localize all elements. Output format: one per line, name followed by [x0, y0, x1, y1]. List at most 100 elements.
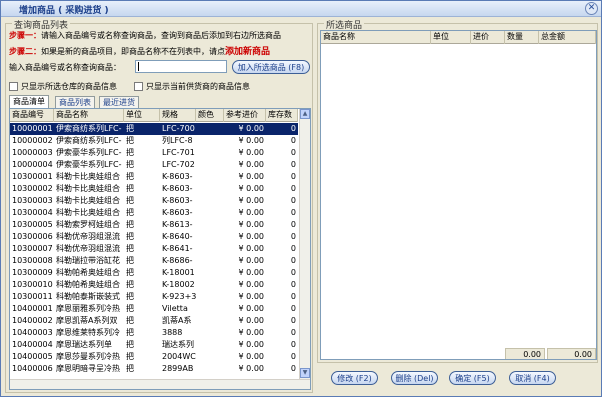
table-cell: [196, 267, 224, 279]
table-cell: 摩恩明暗寻呈冷热: [56, 364, 120, 373]
table-cell: 0: [290, 184, 296, 193]
query-product-group: 查询商品列表 步骤一：请输入商品编号或名称查询商品，查询到商品后添加到右边所选商…: [5, 18, 313, 393]
table-row[interactable]: 10400004 摩恩瑞达系列单 把 瑞达系列 ¥ 0.00 0: [10, 339, 298, 351]
table-cell: 摩恩维莱特系列冷: [56, 328, 120, 337]
table-row[interactable]: 10000003 伊索豪华系列LFC- 把 LFC-701 ¥ 0.00 0: [10, 147, 298, 159]
table-cell: 10000004: [12, 160, 53, 169]
column-header[interactable]: 数量: [505, 31, 539, 44]
tab-product-list[interactable]: 商品清单: [9, 95, 49, 108]
table-row[interactable]: 10400002 摩恩凯蒂A系列双把 凯蒂A系 ¥ 0.00 0: [10, 315, 298, 327]
sum-quantity: 0.00: [505, 348, 545, 359]
only-warehouse-checkbox[interactable]: [9, 82, 18, 91]
table-cell: 把: [126, 292, 134, 301]
table-cell: Viletta: [162, 304, 188, 313]
table-row[interactable]: 10000004 伊索豪华系列LFC- 把 LFC-702 ¥ 0.00 0: [10, 159, 298, 171]
table-cell: [196, 363, 224, 375]
table-cell: 10400005: [12, 352, 53, 361]
scroll-up-icon[interactable]: ▲: [300, 109, 310, 119]
table-cell: 0: [290, 148, 296, 157]
column-header[interactable]: 商品名称: [54, 109, 124, 122]
product-table-vscroll[interactable]: ▲ ▼: [299, 109, 310, 379]
table-row[interactable]: 10000001 伊索商纺系列LFC- 把 LFC-700 ¥ 0.00 0: [10, 123, 298, 135]
table-cell: 2899AB: [162, 364, 194, 373]
table-cell: ¥ 0.00: [238, 304, 264, 313]
step-two-label: 步骤二：: [9, 47, 41, 56]
product-table-hscroll[interactable]: [10, 379, 310, 389]
table-cell: 10300010: [12, 280, 53, 289]
table-row[interactable]: 10300011 科勒帕泰斯嵌装式把 K-923+3 ¥ 0.00 0: [10, 291, 298, 303]
table-row[interactable]: 10300010 科勒帕希奥娃组合把 K-18002 ¥ 0.00 0: [10, 279, 298, 291]
table-cell: 把: [126, 268, 134, 277]
close-icon[interactable]: ✕: [585, 2, 598, 15]
table-cell: 科勒索罗柯娃组合: [56, 220, 120, 229]
table-cell: K-8641-: [162, 244, 193, 253]
column-header[interactable]: 单位: [431, 31, 471, 44]
table-cell: 摩恩凯蒂A系列双: [56, 316, 118, 325]
table-cell: ¥ 0.00: [238, 148, 264, 157]
step-one-label: 步骤一：: [9, 31, 41, 40]
column-header[interactable]: 参考进价: [224, 109, 266, 122]
table-cell: ¥ 0.00: [238, 244, 264, 253]
table-row[interactable]: 10300005 科勒索罗柯娃组合把 K-8613- ¥ 0.00 0: [10, 219, 298, 231]
table-cell: 10000003: [12, 148, 53, 157]
search-input[interactable]: [135, 60, 227, 73]
cancel-button[interactable]: 取消 (F4): [509, 371, 556, 385]
scroll-down-icon[interactable]: ▼: [300, 368, 310, 378]
table-row[interactable]: 10300002 科勒卡比奥娃组合把 K-8603- ¥ 0.00 0: [10, 183, 298, 195]
edit-button[interactable]: 修改 (F2): [331, 371, 378, 385]
table-row[interactable]: 10300003 科勒卡比奥娃组合把 K-8603- ¥ 0.00 0: [10, 195, 298, 207]
table-cell: 伊索商纺系列LFC-: [56, 136, 122, 145]
tab-product-catalog[interactable]: 商品列表: [55, 96, 95, 108]
ok-button[interactable]: 确定 (F5): [449, 371, 496, 385]
selected-products-group: 所选商品 商品名称 单位 进价 数量 总金额 0.00 0.00: [317, 18, 598, 363]
table-cell: K-8613-: [162, 220, 193, 229]
table-cell: [196, 171, 224, 183]
table-row[interactable]: 10300007 科勒优帝羽组混流把 K-8641- ¥ 0.00 0: [10, 243, 298, 255]
table-cell: 把: [126, 220, 134, 229]
table-cell: 0: [290, 124, 296, 133]
column-header[interactable]: 颜色: [196, 109, 224, 122]
step-two-text: 步骤二：如果是新的商品项目，即商品名称不在列表中，请点添加新商品: [9, 44, 270, 57]
column-header[interactable]: 规格: [160, 109, 196, 122]
tab-recent-purchases[interactable]: 最近进货: [99, 96, 139, 108]
table-row[interactable]: 10300008 科勒瑞拉带浴缸花把 K-8686- ¥ 0.00 0: [10, 255, 298, 267]
table-cell: 列LFC-8: [162, 136, 193, 145]
only-supplier-checkbox[interactable]: [134, 82, 143, 91]
table-row[interactable]: 10300009 科勒帕希奥娃组合把 K-18001 ¥ 0.00 0: [10, 267, 298, 279]
table-row[interactable]: 10400006 摩恩明暗寻呈冷热把 2899AB ¥ 0.00 0: [10, 363, 298, 375]
table-row[interactable]: 10400005摩恩莎曼系列冷热把 2004WCL ¥ 0.00 0: [10, 351, 298, 363]
column-header[interactable]: 总金额: [539, 31, 596, 44]
table-cell: 10400004: [12, 340, 53, 349]
table-cell: 把: [126, 256, 134, 265]
column-header[interactable]: 单位: [124, 109, 160, 122]
table-cell: ¥ 0.00: [238, 196, 264, 205]
table-row[interactable]: 10000002 伊索商纺系列LFC- 把 列LFC-8 ¥ 0.00 0: [10, 135, 298, 147]
table-row[interactable]: 10300001 科勒卡比奥娃组合把 K-8603- ¥ 0.00 0: [10, 171, 298, 183]
product-table: 商品编号 商品名称 单位 规格 颜色 参考进价 库存数 10000001 伊索商纺…: [9, 108, 311, 390]
table-cell: 10300009: [12, 268, 53, 277]
table-cell: 10400001: [12, 304, 53, 313]
delete-button[interactable]: 删除 (Del): [391, 371, 438, 385]
table-row[interactable]: 10300006 科勒优帝羽组混流把 K-8640- ¥ 0.00 0: [10, 231, 298, 243]
table-cell: 0: [290, 232, 296, 241]
table-row[interactable]: 10300004 科勒卡比奥娃组合把 K-8603- ¥ 0.00 0: [10, 207, 298, 219]
table-cell: 把: [126, 184, 134, 193]
table-cell: 把: [126, 208, 134, 217]
table-cell: 科勒瑞拉带浴缸花: [56, 256, 120, 265]
column-header[interactable]: 商品名称: [321, 31, 431, 44]
column-header[interactable]: 进价: [471, 31, 505, 44]
add-new-product-link[interactable]: 添加新商品: [225, 47, 270, 57]
table-cell: K-8603-: [162, 196, 193, 205]
table-cell: ¥ 0.00: [238, 268, 264, 277]
table-row[interactable]: 10400003 摩恩维莱特系列冷把 3888 ¥ 0.00 0: [10, 327, 298, 339]
table-cell: [196, 219, 224, 231]
table-row[interactable]: 10400001 摩恩丽雅系列冷热把 Viletta ¥ 0.00 0: [10, 303, 298, 315]
add-selected-product-button[interactable]: 加入所选商品 (F8): [232, 60, 310, 74]
column-header[interactable]: 商品编号: [10, 109, 54, 122]
search-label: 输入商品编号或名称查询商品：: [9, 63, 121, 72]
table-cell: ¥ 0.00: [238, 208, 264, 217]
column-header[interactable]: 库存数: [266, 109, 298, 122]
table-cell: 10300003: [12, 196, 53, 205]
table-cell: 把: [126, 172, 134, 181]
table-cell: 2004WCL: [162, 352, 196, 361]
